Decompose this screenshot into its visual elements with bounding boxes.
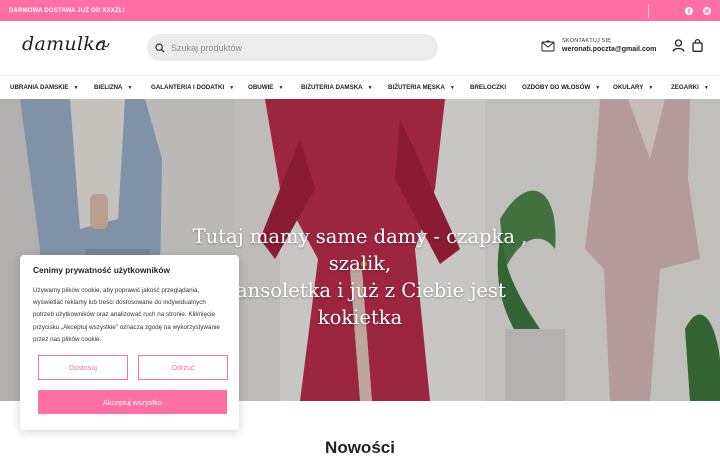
chevron-down-icon: ▼ <box>595 84 601 91</box>
instagram-icon[interactable] <box>702 6 711 15</box>
nav-label: ZEGARKI <box>671 84 699 91</box>
chevron-down-icon: ▼ <box>449 84 455 91</box>
nav-item-ozdoby-do-wlosow[interactable]: OZDOBY DO WŁOSÓW ▼ <box>522 84 600 91</box>
cookie-title: Cenimy prywatność użytkowników <box>33 265 170 275</box>
customize-button[interactable]: Dostosuj <box>38 355 128 380</box>
nav-item-bielizna[interactable]: BIELIZNA ▼ <box>94 84 132 91</box>
contact-email[interactable]: weronati.poczta@gmail.com <box>562 46 656 53</box>
nav-label: OZDOBY DO WŁOSÓW <box>522 84 591 91</box>
nav-label: OKULARY <box>613 84 644 91</box>
user-icon[interactable] <box>672 39 685 52</box>
nav-item-breloczki[interactable]: BRELOCZKI <box>470 84 506 91</box>
facebook-icon[interactable] <box>684 6 693 15</box>
section-title-new: Nowości <box>325 438 395 457</box>
nav-item-zegarki[interactable]: ZEGARKI ▼ <box>671 84 709 91</box>
nav-item-galanteria[interactable]: GALANTERIA I DODATKI ▼ <box>151 84 234 91</box>
mail-icon <box>541 39 555 51</box>
chevron-down-icon: ▼ <box>648 84 654 91</box>
nav-label: BRELOCZKI <box>470 84 507 91</box>
nav-label: BIELIZNA <box>94 84 123 91</box>
nav-label: OBUWIE <box>248 84 274 91</box>
social-links <box>648 3 711 18</box>
nav-item-bizuteria-damska[interactable]: BIŻUTERIA DAMSKA ▼ <box>301 84 373 91</box>
contact-block[interactable]: SKONTAKTUJ SIĘ weronati.poczta@gmail.com <box>541 38 656 53</box>
chevron-down-icon: ▼ <box>278 84 284 91</box>
logo-swash-icon <box>96 41 110 48</box>
main-nav: UBRANIA DAMSKIE ▼ BIELIZNA ▼ GALANTERIA I … <box>0 75 720 99</box>
contact-label: SKONTAKTUJ SIĘ <box>562 38 612 44</box>
nav-label: UBRANIA DAMSKIE <box>10 84 69 91</box>
bag-icon[interactable] <box>692 39 703 52</box>
nav-item-okulary[interactable]: OKULARY ▼ <box>613 84 653 91</box>
divider <box>648 3 649 18</box>
cookie-consent-dialog: Cenimy prywatność użytkowników Używamy p… <box>20 255 239 430</box>
search-bar[interactable] <box>147 34 438 61</box>
promo-text: DARMOWA DOSTAWA JUŻ OD XXXZŁ! <box>9 7 125 14</box>
nav-label: GALANTERIA I DODATKI <box>151 84 225 91</box>
accept-all-button[interactable]: Akceptuj wszystko <box>38 390 227 414</box>
cookie-buttons: Dostosuj Odrzuć <box>38 355 228 380</box>
nav-label: BIŻUTERIA MĘSKA <box>388 84 445 91</box>
nav-label: BIŻUTERIA DAMSKA <box>301 84 363 91</box>
site-header: damulka SKONTAKTUJ SIĘ weronati.poczta@g… <box>0 21 720 75</box>
nav-item-bizuteria-meska[interactable]: BIŻUTERIA MĘSKA ▼ <box>388 84 455 91</box>
chevron-down-icon: ▼ <box>367 84 373 91</box>
chevron-down-icon: ▼ <box>127 84 133 91</box>
chevron-down-icon: ▼ <box>703 84 709 91</box>
search-input[interactable] <box>171 42 411 53</box>
chevron-down-icon: ▼ <box>229 84 235 91</box>
nav-item-obuwie[interactable]: OBUWIE ▼ <box>248 84 283 91</box>
site-logo[interactable]: damulka <box>22 33 107 55</box>
search-icon[interactable] <box>155 42 165 53</box>
nav-item-ubrania-damskie[interactable]: UBRANIA DAMSKIE ▼ <box>10 84 79 91</box>
cookie-text: Używamy plików cookie, aby poprawić jako… <box>33 287 220 343</box>
promo-bar: DARMOWA DOSTAWA JUŻ OD XXXZŁ! <box>0 0 720 21</box>
reject-button[interactable]: Odrzuć <box>138 355 228 380</box>
chevron-down-icon: ▼ <box>73 84 79 91</box>
